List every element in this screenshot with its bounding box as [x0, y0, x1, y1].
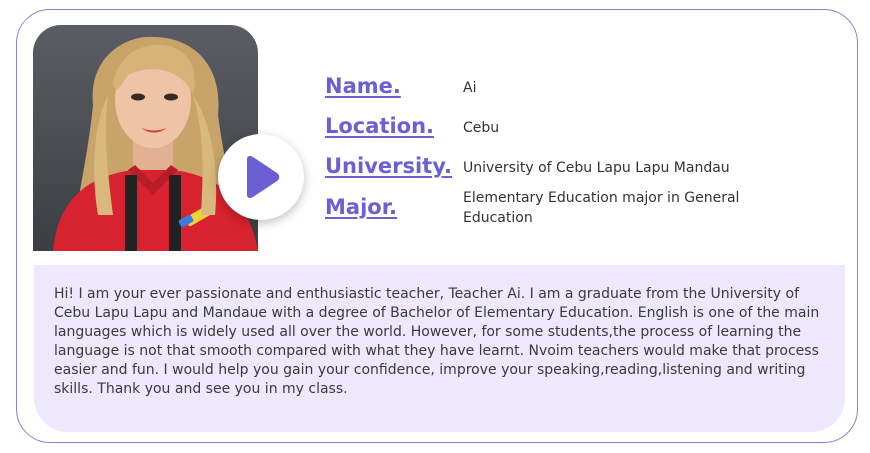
name-value: Ai: [463, 80, 477, 96]
major-label[interactable]: Major.: [325, 195, 397, 219]
teacher-photo: [33, 25, 258, 251]
major-value: Elementary Education major in General Ed…: [463, 190, 740, 226]
teacher-bio: Hi! I am your ever passionate and enthus…: [34, 265, 845, 432]
play-icon: [247, 155, 280, 199]
teacher-portrait-image: [53, 36, 258, 251]
university-label[interactable]: University.: [325, 154, 452, 178]
bio-text: Hi! I am your ever passionate and enthus…: [54, 286, 820, 397]
university-value: University of Cebu Lapu Lapu Mandau: [463, 160, 730, 176]
location-value: Cebu: [463, 120, 500, 136]
location-label[interactable]: Location.: [325, 114, 434, 138]
name-label[interactable]: Name.: [325, 74, 401, 98]
play-video-button[interactable]: [218, 134, 304, 220]
